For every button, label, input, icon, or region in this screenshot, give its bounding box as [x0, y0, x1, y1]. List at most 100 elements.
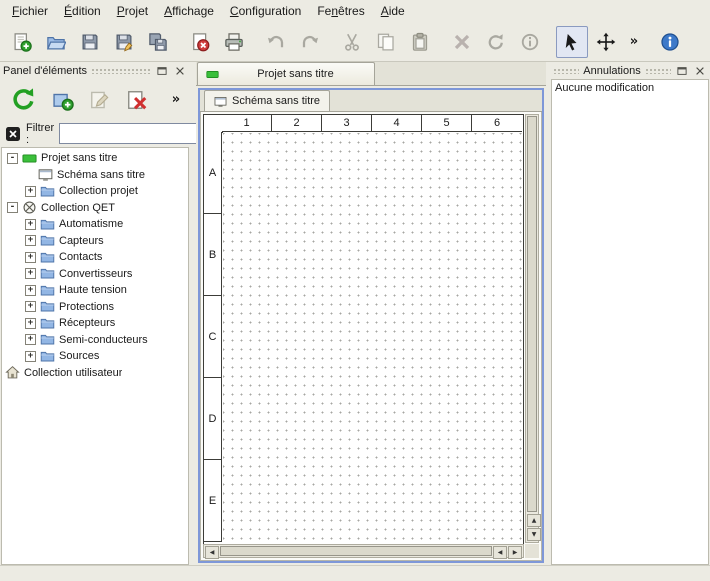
tree-item-capteurs[interactable]: +Capteurs	[2, 233, 188, 250]
cut-button[interactable]	[336, 26, 368, 58]
tree-item-semi-conducteurs[interactable]: +Semi-conducteurs	[2, 332, 188, 349]
expand-icon[interactable]: +	[25, 334, 36, 345]
row-header-d: D	[204, 378, 222, 460]
filter-clear-button[interactable]	[5, 124, 21, 144]
vertical-scrollbar[interactable]: ▲ ▼	[525, 114, 539, 543]
scroll-up-button[interactable]: ▲	[527, 514, 541, 527]
tab-projet-sans-titre[interactable]: Projet sans titre	[197, 62, 375, 85]
menu-configuration[interactable]: Configuration	[222, 2, 309, 20]
paste-button[interactable]	[404, 26, 436, 58]
undo-panel-titlebar[interactable]: Annulations	[550, 62, 710, 79]
expand-icon[interactable]: +	[25, 235, 36, 246]
close-button[interactable]	[173, 64, 187, 78]
menu-edition[interactable]: Édition	[56, 2, 109, 20]
folder-icon	[40, 266, 55, 281]
expand-icon[interactable]: +	[25, 301, 36, 312]
delete-button[interactable]	[446, 26, 478, 58]
vertical-scrollbar-thumb[interactable]	[527, 116, 537, 512]
close-button[interactable]	[693, 64, 707, 78]
expand-icon[interactable]: +	[25, 219, 36, 230]
tree-item-schema-sans-titre[interactable]: Schéma sans titre	[2, 167, 188, 184]
panel-overflow-button[interactable]: »	[167, 84, 185, 116]
menu-affichage[interactable]: Affichage	[156, 2, 222, 20]
save-as-icon	[114, 32, 134, 52]
tree-item-haute-tension[interactable]: +Haute tension	[2, 282, 188, 299]
float-button[interactable]	[675, 64, 689, 78]
save-all-button[interactable]	[142, 26, 174, 58]
menu-fenetres[interactable]: Fenêtres	[309, 2, 372, 20]
tree-item-collection-projet[interactable]: +Collection projet	[2, 183, 188, 200]
filter-input[interactable]	[59, 123, 209, 144]
pointer-button[interactable]	[556, 26, 588, 58]
expand-icon[interactable]: +	[25, 318, 36, 329]
column-header-6: 6	[472, 115, 522, 132]
float-button[interactable]	[155, 64, 169, 78]
project-icon	[206, 68, 219, 81]
rotate-button[interactable]	[480, 26, 512, 58]
filter-clear-icon	[5, 126, 21, 142]
schema-icon	[38, 167, 53, 182]
reload-button[interactable]	[5, 81, 42, 118]
tree-item-protections[interactable]: +Protections	[2, 299, 188, 316]
expand-icon[interactable]: +	[25, 351, 36, 362]
tree-item-sources[interactable]: +Sources	[2, 348, 188, 365]
horizontal-scrollbar[interactable]: ◀ ◀ ▶	[203, 544, 524, 558]
scroll-down-button[interactable]: ▼	[527, 528, 541, 541]
print-button[interactable]	[218, 26, 250, 58]
schema-tab-label: Schéma sans titre	[232, 95, 320, 107]
row-headers: ABCDE	[204, 132, 222, 544]
overflow-button[interactable]: »	[624, 26, 644, 58]
save-icon	[80, 32, 100, 52]
horizontal-scrollbar-thumb[interactable]	[220, 546, 492, 556]
tree-item-automatisme[interactable]: +Automatisme	[2, 216, 188, 233]
collapse-icon[interactable]: -	[7, 202, 18, 213]
elements-panel-titlebar[interactable]: Panel d'éléments	[0, 62, 190, 79]
save-button[interactable]	[74, 26, 106, 58]
file-close-button[interactable]	[184, 26, 216, 58]
redo-button[interactable]	[294, 26, 326, 58]
info-gray-button[interactable]	[514, 26, 546, 58]
info-blue-button[interactable]	[654, 26, 686, 58]
copy-button[interactable]	[370, 26, 402, 58]
menu-projet[interactable]: Projet	[109, 2, 156, 20]
expand-icon[interactable]: +	[25, 186, 36, 197]
undo-list: Aucune modification	[551, 79, 709, 565]
copy-icon	[376, 32, 396, 52]
scroll-right-button[interactable]: ▶	[508, 546, 522, 559]
pointer-icon	[562, 32, 582, 52]
tab-schema-sans-titre[interactable]: Schéma sans titre	[204, 90, 330, 111]
tree-item-projet-sans-titre[interactable]: -Projet sans titre	[2, 150, 188, 167]
tree-item-collection-qet[interactable]: -Collection QET	[2, 200, 188, 217]
folder-open-button[interactable]	[40, 26, 72, 58]
tree-item-label: Contacts	[59, 251, 102, 263]
tree-item-contacts[interactable]: + Contacts	[2, 249, 188, 266]
tree-item-collection-utilisateur[interactable]: Collection utilisateur	[2, 365, 188, 382]
arrow-left-icon: ◀	[498, 550, 503, 556]
scroll-left-button[interactable]: ◀	[205, 546, 219, 559]
move-button[interactable]	[590, 26, 622, 58]
menu-fichier[interactable]: Fichier	[4, 2, 56, 20]
element-new-button[interactable]	[47, 84, 79, 116]
move-icon	[596, 32, 616, 52]
file-new-button[interactable]	[6, 26, 38, 58]
element-edit-button[interactable]	[84, 84, 116, 116]
expand-icon[interactable]: +	[25, 252, 36, 263]
grid-corner	[204, 115, 223, 133]
print-icon	[224, 32, 244, 52]
main-area: Panel d'éléments » Filtrer : -Projet san…	[0, 62, 710, 565]
collapse-icon[interactable]: -	[7, 153, 18, 164]
tree-item-recepteurs[interactable]: +Récepteurs	[2, 315, 188, 332]
overflow-icon: »	[172, 93, 180, 106]
undo-button[interactable]	[260, 26, 292, 58]
expand-icon[interactable]: +	[25, 268, 36, 279]
menu-aide[interactable]: Aide	[373, 2, 413, 20]
column-header-2: 2	[272, 115, 322, 132]
expand-icon[interactable]: +	[25, 285, 36, 296]
tree-item-convertisseurs[interactable]: +Convertisseurs	[2, 266, 188, 283]
row-header-c: C	[204, 296, 222, 378]
dock-float-icon	[156, 65, 168, 77]
save-as-button[interactable]	[108, 26, 140, 58]
element-delete-button[interactable]	[121, 84, 153, 116]
schema-canvas[interactable]	[223, 133, 522, 543]
scroll-left-button[interactable]: ◀	[493, 546, 507, 559]
